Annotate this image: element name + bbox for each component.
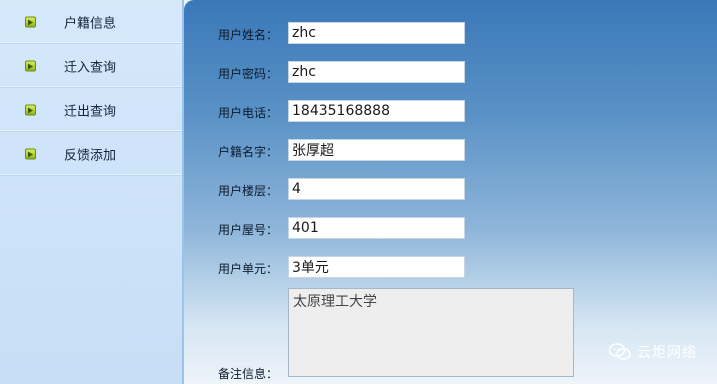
notes-label: 备注信息： bbox=[218, 367, 279, 381]
phone-input[interactable] bbox=[288, 100, 465, 122]
household-name-label: 户籍名字： bbox=[218, 145, 279, 159]
watermark: 云炬网络 bbox=[608, 342, 697, 362]
unit-label: 用户单元： bbox=[218, 262, 279, 276]
household-name-input[interactable] bbox=[288, 139, 465, 161]
wechat-icon bbox=[608, 343, 631, 361]
floor-label: 用户楼层： bbox=[218, 184, 279, 198]
room-label: 用户屋号： bbox=[218, 223, 279, 237]
arrow-right-icon bbox=[25, 148, 36, 159]
watermark-text: 云炬网络 bbox=[637, 345, 697, 361]
sidebar-item-label: 迁出查询 bbox=[64, 104, 117, 119]
phone-label: 用户电话： bbox=[218, 106, 279, 120]
sidebar-item-household-info[interactable]: 户籍信息 bbox=[0, 0, 182, 44]
username-label: 用户姓名： bbox=[218, 28, 279, 42]
sidebar-item-label: 户籍信息 bbox=[64, 16, 117, 31]
floor-input[interactable] bbox=[288, 178, 465, 200]
main-form-panel: 用户姓名： 用户密码： 用户电话： 户籍名字： 用户楼层： 用户屋号： 用户单元… bbox=[184, 0, 717, 384]
sidebar-item-move-in-query[interactable]: 迁入查询 bbox=[0, 44, 182, 88]
sidebar-item-label: 迁入查询 bbox=[64, 60, 117, 75]
room-input[interactable] bbox=[288, 217, 465, 239]
unit-input[interactable] bbox=[288, 256, 465, 278]
notes-textarea[interactable]: 太原理工大学 bbox=[288, 288, 574, 377]
arrow-right-icon bbox=[25, 16, 36, 27]
arrow-right-icon bbox=[25, 60, 36, 71]
sidebar: 户籍信息 迁入查询 迁出查询 反馈添加 bbox=[0, 0, 184, 384]
sidebar-item-move-out-query[interactable]: 迁出查询 bbox=[0, 88, 182, 132]
sidebar-item-feedback-add[interactable]: 反馈添加 bbox=[0, 132, 182, 176]
sidebar-item-label: 反馈添加 bbox=[64, 148, 117, 163]
username-input[interactable] bbox=[288, 22, 465, 44]
arrow-right-icon bbox=[25, 104, 36, 115]
password-label: 用户密码： bbox=[218, 67, 279, 81]
password-input[interactable] bbox=[288, 61, 465, 83]
